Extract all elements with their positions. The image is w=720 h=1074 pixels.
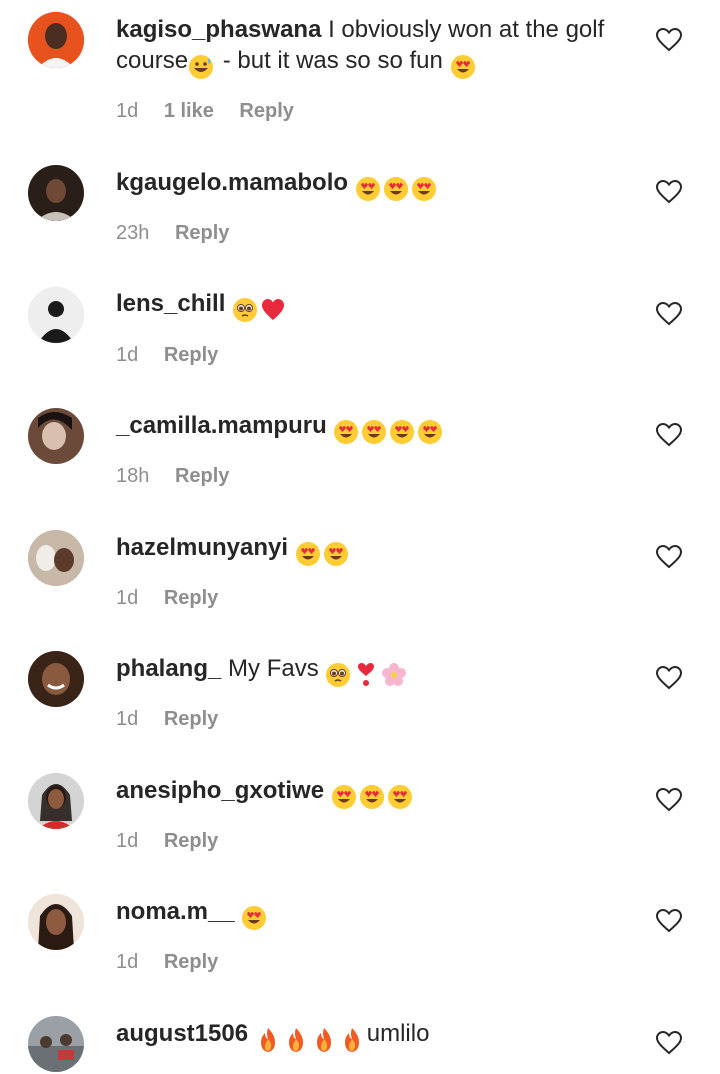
fire-emoji-x4 [255,1023,367,1054]
comment-text: noma.m__ [116,896,626,932]
comment-meta: 1d Reply [116,587,218,610]
username[interactable]: kagiso_phaswana [116,16,321,43]
reply-button[interactable]: Reply [175,465,229,487]
comment-body-continued: course [116,47,189,74]
heart-icon[interactable] [656,909,682,933]
timestamp: 1d [116,100,139,122]
comment-meta: 1d Reply [116,830,218,853]
pleading-face-exclamation-blossom-emoji [325,658,409,689]
comment-text: hazelmunyanyi [116,532,626,568]
comment-meta: 18h Reply [116,465,229,488]
avatar[interactable] [28,165,84,221]
heart-eyes-emoji [241,901,269,932]
grinning-sweat-emoji [188,50,216,81]
avatar[interactable] [28,894,84,950]
pleading-face-heart-emoji [232,293,288,324]
heart-eyes-emoji-x3 [355,172,439,203]
timestamp: 23h [116,222,150,244]
avatar[interactable] [28,408,84,464]
reply-button[interactable]: Reply [239,100,293,122]
heart-icon[interactable] [656,788,682,812]
reply-button[interactable]: Reply [164,587,218,609]
username[interactable]: lens_chill [116,290,225,317]
comment-meta: 1d Reply [116,951,218,974]
heart-eyes-emoji [450,50,478,81]
username[interactable]: hazelmunyanyi [116,534,288,561]
comment-text: kagiso_phaswana I obviously won at the g… [116,14,626,81]
avatar[interactable] [28,651,84,707]
username[interactable]: phalang_ [116,655,221,682]
heart-icon[interactable] [656,1031,682,1055]
comment-text: august1506 umlilo [116,1018,626,1054]
timestamp: 1d [116,344,139,366]
heart-icon[interactable] [656,545,682,569]
comment-body: I obviously won at the golf [328,16,605,43]
reply-button[interactable]: Reply [164,951,218,973]
timestamp: 1d [116,587,139,609]
like-count[interactable]: 1 like [164,100,214,122]
comments-list: kagiso_phaswana I obviously won at the g… [0,0,720,1074]
username[interactable]: august1506 [116,1020,248,1047]
username[interactable]: anesipho_gxotiwe [116,777,324,804]
reply-button[interactable]: Reply [175,222,229,244]
heart-icon[interactable] [656,423,682,447]
comment-text: kgaugelo.mamabolo [116,167,626,203]
heart-icon[interactable] [656,28,682,52]
heart-icon[interactable] [656,666,682,690]
heart-eyes-emoji-x4 [333,415,445,446]
avatar[interactable] [28,287,84,343]
heart-icon[interactable] [656,180,682,204]
avatar[interactable] [28,12,84,68]
comment-body: My Favs [228,655,319,682]
heart-icon[interactable] [656,302,682,326]
reply-button[interactable]: Reply [164,344,218,366]
username[interactable]: noma.m__ [116,898,235,925]
avatar[interactable] [28,1016,84,1072]
comment-body-end: - but it was so so fun [216,47,443,74]
comment-text: lens_chill [116,288,626,324]
comment-meta: 23h Reply [116,222,229,245]
username[interactable]: kgaugelo.mamabolo [116,169,348,196]
avatar[interactable] [28,530,84,586]
timestamp: 1d [116,708,139,730]
reply-button[interactable]: Reply [164,830,218,852]
comment-body: umlilo [366,1020,430,1047]
timestamp: 1d [116,830,139,852]
heart-eyes-emoji-x2 [295,537,351,568]
comment-meta: 1d Reply [116,344,218,367]
reply-button[interactable]: Reply [164,708,218,730]
timestamp: 1d [116,951,139,973]
comment-meta: 1d 1 like Reply [116,100,294,123]
comment-text: _camilla.mampuru [116,410,626,446]
avatar[interactable] [28,773,84,829]
comment-text: anesipho_gxotiwe [116,775,626,811]
heart-eyes-emoji-x3 [331,780,415,811]
comment-meta: 1d Reply [116,708,218,731]
comment-text: phalang_ My Favs [116,653,626,689]
username[interactable]: _camilla.mampuru [116,412,327,439]
timestamp: 18h [116,465,150,487]
